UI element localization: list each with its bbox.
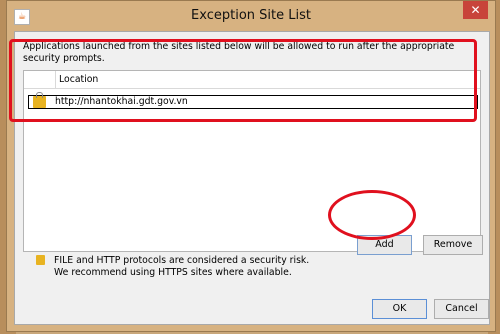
security-warning: FILE and HTTP protocols are considered a… (54, 255, 344, 279)
site-url-field[interactable]: http://nhantokhai.gdt.gov.vn (55, 96, 188, 108)
add-button[interactable]: Add (357, 235, 412, 255)
warning-line-2: We recommend using HTTPS sites where ava… (54, 267, 292, 278)
site-list[interactable]: Location http://nhantokhai.gdt.gov.vn (23, 70, 481, 252)
dialog-title: Exception Site List (191, 8, 311, 23)
remove-button[interactable]: Remove (423, 235, 483, 255)
description-text: Applications launched from the sites lis… (23, 41, 455, 64)
exception-site-list-dialog: ☕ Exception Site List ✕ Applications lau… (6, 0, 496, 332)
cancel-button[interactable]: Cancel (434, 299, 489, 319)
dialog-content: Applications launched from the sites lis… (14, 31, 490, 325)
icon-column-header (24, 71, 56, 88)
lock-icon (36, 255, 45, 265)
title-bar[interactable]: ☕ Exception Site List ✕ (7, 1, 495, 31)
list-item[interactable]: http://nhantokhai.gdt.gov.vn (28, 92, 478, 109)
location-column-header[interactable]: Location (59, 71, 98, 88)
warning-line-1: FILE and HTTP protocols are considered a… (54, 255, 310, 266)
list-header: Location (24, 71, 480, 89)
ok-button[interactable]: OK (372, 299, 427, 319)
lock-icon (33, 92, 46, 108)
close-button[interactable]: ✕ (463, 1, 488, 19)
